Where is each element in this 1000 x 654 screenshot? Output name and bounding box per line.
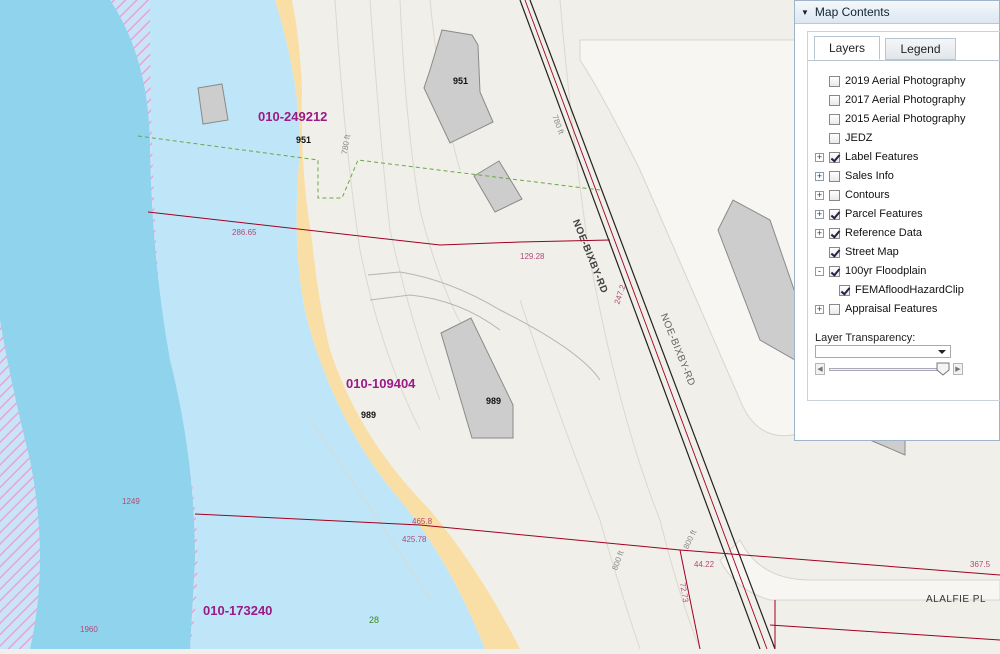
tab-divider — [808, 60, 1000, 61]
layer-item[interactable]: + Label Features — [815, 151, 918, 163]
dimension-label: 44.22 — [694, 560, 715, 569]
building-shed — [197, 83, 229, 125]
layer-item[interactable]: Street Map — [829, 246, 899, 258]
dimension-label: 425.78 — [402, 535, 427, 544]
layer-checkbox[interactable] — [829, 265, 840, 277]
parcel-label[interactable]: 010-109404 — [346, 376, 415, 391]
slider-right-icon[interactable]: ▶ — [953, 363, 963, 375]
layer-item[interactable]: + Parcel Features — [815, 208, 923, 220]
dimension-label: 367.5 — [970, 560, 991, 569]
address-label: 989 — [486, 396, 502, 406]
layer-item[interactable]: JEDZ — [829, 132, 873, 144]
layer-label: 2017 Aerial Photography — [845, 94, 966, 106]
layer-item[interactable]: 2015 Aerial Photography — [829, 113, 965, 125]
dimension-label: 129.28 — [520, 252, 545, 261]
layer-label: Reference Data — [845, 227, 923, 239]
layer-checkbox[interactable] — [829, 113, 840, 125]
layer-label: 100yr Floodplain — [845, 265, 927, 277]
address-label: 951 — [296, 135, 312, 145]
layer-label: 2015 Aerial Photography — [845, 113, 966, 125]
layer-checkbox[interactable] — [829, 303, 840, 315]
layer-checkbox[interactable] — [829, 246, 840, 258]
layer-checkbox[interactable] — [829, 132, 840, 144]
layer-label: Contours — [845, 189, 890, 201]
layer-label: Sales Info — [845, 170, 894, 182]
dimension-label: 465.8 — [412, 517, 433, 526]
layer-checkbox[interactable] — [829, 170, 840, 182]
misc-label: 28 — [369, 615, 380, 625]
layer-item[interactable]: + Reference Data — [815, 227, 922, 239]
transparency-layer-select[interactable] — [815, 345, 951, 358]
parcel-label[interactable]: 010-173240 — [203, 603, 272, 618]
layer-checkbox[interactable] — [829, 189, 840, 201]
panel-title: Map Contents — [814, 5, 890, 19]
layer-checkbox[interactable] — [829, 227, 840, 239]
slider-thumb[interactable] — [936, 362, 950, 376]
parcel-label[interactable]: 010-249212 — [258, 109, 327, 124]
slider-track[interactable] — [829, 368, 949, 371]
road-label: ALALFIE PL — [926, 594, 987, 605]
layer-item[interactable]: + Contours — [815, 189, 890, 201]
map-contents-panel: ▼ Map Contents Layers Legend 2019 Aerial… — [794, 0, 1000, 441]
layer-item[interactable]: + Appraisal Features — [815, 303, 937, 315]
layer-label: Appraisal Features — [845, 303, 938, 315]
layer-label: Parcel Features — [845, 208, 923, 220]
layer-checkbox[interactable] — [829, 75, 840, 87]
layer-label: JEDZ — [845, 132, 873, 144]
transparency-label: Layer Transparency: — [815, 332, 916, 344]
layer-checkbox[interactable] — [839, 284, 850, 296]
slider-left-icon[interactable]: ◀ — [815, 363, 825, 375]
layer-label: Label Features — [845, 151, 919, 163]
expand-icon[interactable]: + — [815, 152, 824, 162]
address-label: 989 — [361, 410, 377, 420]
dimension-label: 1960 — [80, 625, 98, 634]
expand-icon[interactable]: + — [815, 228, 824, 238]
layer-item[interactable]: 2019 Aerial Photography — [829, 75, 965, 87]
dimension-label: 286.65 — [232, 228, 257, 237]
transparency-slider[interactable]: ◀ ▶ — [815, 362, 963, 376]
collapse-icon[interactable]: - — [815, 266, 824, 276]
layer-item[interactable]: - 100yr Floodplain — [815, 265, 926, 277]
layer-checkbox[interactable] — [829, 151, 840, 163]
layer-item[interactable]: + Sales Info — [815, 170, 894, 182]
panel-header[interactable]: ▼ Map Contents — [795, 1, 999, 24]
layer-label: 2019 Aerial Photography — [845, 75, 966, 87]
layer-checkbox[interactable] — [829, 208, 840, 220]
expand-icon[interactable]: + — [815, 209, 824, 219]
expand-icon[interactable]: + — [815, 171, 824, 181]
layer-label: Street Map — [845, 246, 899, 258]
expand-icon[interactable]: + — [815, 304, 824, 314]
layer-checkbox[interactable] — [829, 94, 840, 106]
layer-item[interactable]: 2017 Aerial Photography — [829, 94, 965, 106]
layer-label: FEMAfloodHazardClip — [855, 284, 964, 296]
tab-legend[interactable]: Legend — [885, 38, 956, 60]
collapse-triangle-icon[interactable]: ▼ — [801, 8, 809, 17]
expand-icon[interactable]: + — [815, 190, 824, 200]
layer-item[interactable]: FEMAfloodHazardClip — [839, 284, 964, 296]
tab-layers[interactable]: Layers — [814, 36, 880, 60]
dimension-label: 1249 — [122, 497, 140, 506]
address-label: 951 — [453, 76, 469, 86]
